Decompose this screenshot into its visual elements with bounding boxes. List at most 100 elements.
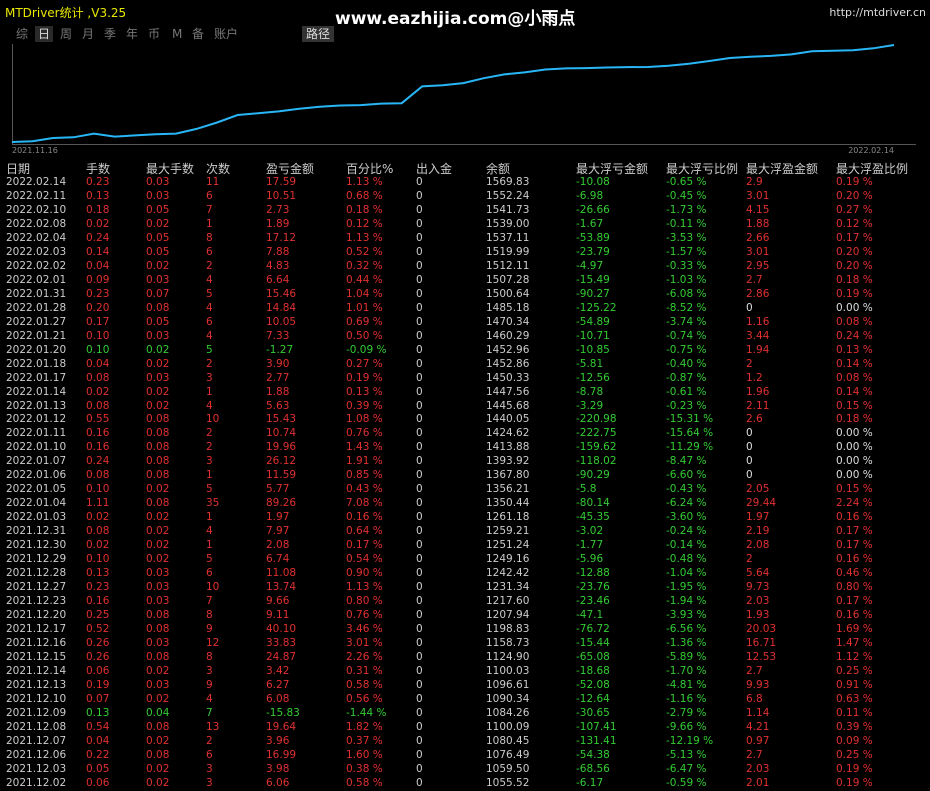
table-row[interactable]: 2021.12.02 0.06 0.02 3 6.06 0.58 % 0 1055.52 -6.… — [0, 777, 930, 791]
table-cell: 2021.12.16 — [6, 636, 67, 649]
tab-1[interactable]: 日 — [35, 26, 54, 42]
table-row[interactable]: 2022.01.14 0.02 0.02 1 1.88 0.13 % 0 1447.56 -8.… — [0, 386, 930, 400]
column-header[interactable]: 盈亏金额 — [266, 160, 314, 177]
column-header[interactable]: 次数 — [206, 160, 230, 177]
column-header[interactable]: 余额 — [486, 160, 510, 177]
table-cell: 0.17 % — [836, 539, 873, 552]
table-row[interactable]: 2022.01.13 0.08 0.02 4 5.63 0.39 % 0 1445.68 -3.… — [0, 400, 930, 414]
table-row[interactable]: 2022.01.18 0.04 0.02 2 3.90 0.27 % 0 1452.86 -5.… — [0, 358, 930, 372]
tab-0[interactable]: 综 — [16, 26, 28, 42]
table-row[interactable]: 2021.12.17 0.52 0.08 9 40.10 3.46 % 0 1198.83 -7… — [0, 623, 930, 637]
table-cell: 1539.00 — [486, 217, 530, 230]
column-header[interactable]: 手数 — [86, 160, 110, 177]
table-row[interactable]: 2022.01.28 0.20 0.08 4 14.84 1.01 % 0 1485.18 -1… — [0, 302, 930, 316]
column-header[interactable]: 最大浮亏比例 — [666, 160, 738, 177]
column-header[interactable]: 最大浮盈金额 — [746, 160, 818, 177]
table-row[interactable]: 2021.12.09 0.13 0.04 7 -15.83 -1.44 % 0 1084.26… — [0, 707, 930, 721]
table-row[interactable]: 2022.01.21 0.10 0.03 4 7.33 0.50 % 0 1460.29 -10… — [0, 330, 930, 344]
table-row[interactable]: 2021.12.31 0.08 0.02 4 7.97 0.64 % 0 1259.21 -3.… — [0, 525, 930, 539]
column-header[interactable]: 百分比% — [346, 160, 393, 177]
column-header[interactable]: 最大浮盈比例 — [836, 160, 908, 177]
table-row[interactable]: 2021.12.28 0.13 0.03 6 11.08 0.90 % 0 1242.42 -1… — [0, 567, 930, 581]
table-cell: 1217.60 — [486, 595, 530, 608]
table-cell: 2 — [206, 357, 213, 370]
table-row[interactable]: 2021.12.16 0.26 0.03 12 33.83 3.01 % 0 1158.73 -… — [0, 637, 930, 651]
path-button[interactable]: 路径 — [302, 26, 335, 42]
table-cell: 1100.09 — [486, 720, 530, 733]
tab-6[interactable]: 币 — [148, 26, 160, 42]
table-row[interactable]: 2021.12.13 0.19 0.03 9 6.27 0.58 % 0 1096.61 -52… — [0, 679, 930, 693]
table-row[interactable]: 2021.12.27 0.23 0.03 10 13.74 1.13 % 0 1231.34 -… — [0, 581, 930, 595]
table-cell: 0.17 % — [836, 231, 873, 244]
table-row[interactable]: 2022.01.07 0.24 0.08 3 26.12 1.91 % 0 1393.92 -1… — [0, 455, 930, 469]
table-row[interactable]: 2021.12.29 0.10 0.02 5 6.74 0.54 % 0 1249.16 -5.… — [0, 553, 930, 567]
tab-7[interactable]: M — [172, 26, 182, 42]
table-row[interactable]: 2022.01.10 0.16 0.08 2 19.96 1.43 % 0 1413.88 -1… — [0, 441, 930, 455]
table-row[interactable]: 2022.02.11 0.13 0.03 6 10.51 0.68 % 0 1552.24 -6… — [0, 190, 930, 204]
table-cell: 0.26 — [86, 636, 110, 649]
table-cell: 1.60 % — [346, 748, 383, 761]
table-row[interactable]: 2022.01.03 0.02 0.02 1 1.97 0.16 % 0 1261.18 -45… — [0, 511, 930, 525]
table-row[interactable]: 2022.02.10 0.18 0.05 7 2.73 0.18 % 0 1541.73 -26… — [0, 204, 930, 218]
table-row[interactable]: 2021.12.30 0.02 0.02 1 2.08 0.17 % 0 1251.24 -1.… — [0, 539, 930, 553]
table-row[interactable]: 2022.02.03 0.14 0.05 6 7.88 0.52 % 0 1519.99 -23… — [0, 246, 930, 260]
column-header[interactable]: 日期 — [6, 160, 30, 177]
table-row[interactable]: 2022.01.11 0.16 0.08 2 10.74 0.76 % 0 1424.62 -2… — [0, 427, 930, 441]
table-row[interactable]: 2021.12.14 0.06 0.02 3 3.42 0.31 % 0 1100.03 -18… — [0, 665, 930, 679]
table-cell: -53.89 — [576, 231, 610, 244]
table-row[interactable]: 2021.12.08 0.54 0.08 13 19.64 1.82 % 0 1100.09 -… — [0, 721, 930, 735]
table-row[interactable]: 2021.12.07 0.04 0.02 2 3.96 0.37 % 0 1080.45 -13… — [0, 735, 930, 749]
table-row[interactable]: 2021.12.06 0.22 0.08 6 16.99 1.60 % 0 1076.49 -5… — [0, 749, 930, 763]
table-row[interactable]: 2022.01.20 0.10 0.02 5 -1.27 -0.09 % 0 1452.96 -… — [0, 344, 930, 358]
table-row[interactable]: 2022.01.04 1.11 0.08 35 89.26 7.08 % 0 1350.44 -… — [0, 497, 930, 511]
table-cell: 24.87 — [266, 650, 297, 663]
table-cell: -3.93 % — [666, 609, 707, 622]
table-row[interactable]: 2021.12.20 0.25 0.08 8 9.11 0.76 % 0 1207.94 -47… — [0, 609, 930, 623]
table-cell: 1460.29 — [486, 329, 530, 342]
table-row[interactable]: 2022.02.01 0.09 0.03 4 6.64 0.44 % 0 1507.28 -15… — [0, 274, 930, 288]
table-row[interactable]: 2022.01.17 0.08 0.03 3 2.77 0.19 % 0 1450.33 -12… — [0, 372, 930, 386]
table-row[interactable]: 2022.01.31 0.23 0.07 5 15.46 1.04 % 0 1500.64 -9… — [0, 288, 930, 302]
table-cell: 2021.12.28 — [6, 567, 67, 580]
tab-9[interactable]: 账户 — [214, 26, 238, 42]
tab-8[interactable]: 备 — [192, 26, 204, 42]
table-cell: 16.99 — [266, 748, 297, 761]
table-cell: 2 — [206, 441, 213, 454]
table-row[interactable]: 2021.12.03 0.05 0.02 3 3.98 0.38 % 0 1059.50 -68… — [0, 763, 930, 777]
table-cell: 6.06 — [266, 776, 290, 789]
table-cell: 1.2 — [746, 371, 763, 384]
table-row[interactable]: 2022.02.14 0.23 0.03 11 17.59 1.13 % 0 1569.83 -… — [0, 176, 930, 190]
table-row[interactable]: 2022.01.06 0.08 0.08 1 11.59 0.85 % 0 1367.80 -9… — [0, 469, 930, 483]
table-cell: 2022.01.14 — [6, 385, 67, 398]
table-cell: 2021.12.03 — [6, 762, 67, 775]
table-cell: 1.88 — [266, 385, 290, 398]
table-row[interactable]: 2022.02.02 0.04 0.02 2 4.83 0.32 % 0 1512.11 -4.… — [0, 260, 930, 274]
table-row[interactable]: 2022.02.04 0.24 0.05 8 17.12 1.13 % 0 1537.11 -5… — [0, 232, 930, 246]
table-row[interactable]: 2021.12.10 0.07 0.02 4 6.08 0.56 % 0 1090.34 -12… — [0, 693, 930, 707]
tab-2[interactable]: 周 — [60, 26, 72, 42]
table-row[interactable]: 2022.01.05 0.10 0.02 5 5.77 0.43 % 0 1356.21 -5.… — [0, 483, 930, 497]
tab-3[interactable]: 月 — [82, 26, 94, 42]
table-row[interactable]: 2022.02.08 0.02 0.02 1 1.89 0.12 % 0 1539.00 -1.… — [0, 218, 930, 232]
table-cell: 0.07 — [86, 692, 110, 705]
column-header[interactable]: 最大浮亏金额 — [576, 160, 648, 177]
table-cell: -0.59 % — [666, 776, 707, 789]
site-url-link[interactable]: http://mtdriver.cn — [829, 6, 926, 19]
table-cell: 1100.03 — [486, 664, 530, 677]
table-cell: -0.48 % — [666, 553, 707, 566]
tab-5[interactable]: 年 — [126, 26, 138, 42]
table-cell: 19.64 — [266, 720, 297, 733]
table-row[interactable]: 2022.01.12 0.55 0.08 10 15.43 1.08 % 0 1440.05 -… — [0, 413, 930, 427]
table-row[interactable]: 2022.01.27 0.17 0.05 6 10.05 0.69 % 0 1470.34 -5… — [0, 316, 930, 330]
column-header[interactable]: 出入金 — [416, 160, 452, 177]
column-header[interactable]: 最大手数 — [146, 160, 194, 177]
table-cell: 1445.68 — [486, 399, 530, 412]
table-cell: -90.27 — [576, 287, 610, 300]
table-cell: 1452.86 — [486, 357, 530, 370]
table-cell: 33.83 — [266, 636, 297, 649]
table-row[interactable]: 2021.12.15 0.26 0.08 8 24.87 2.26 % 0 1124.90 -6… — [0, 651, 930, 665]
table-cell: 0.69 % — [346, 315, 383, 328]
tab-4[interactable]: 季 — [104, 26, 116, 42]
table-cell: 6.08 — [266, 692, 290, 705]
table-row[interactable]: 2021.12.23 0.16 0.03 7 9.66 0.80 % 0 1217.60 -23… — [0, 595, 930, 609]
